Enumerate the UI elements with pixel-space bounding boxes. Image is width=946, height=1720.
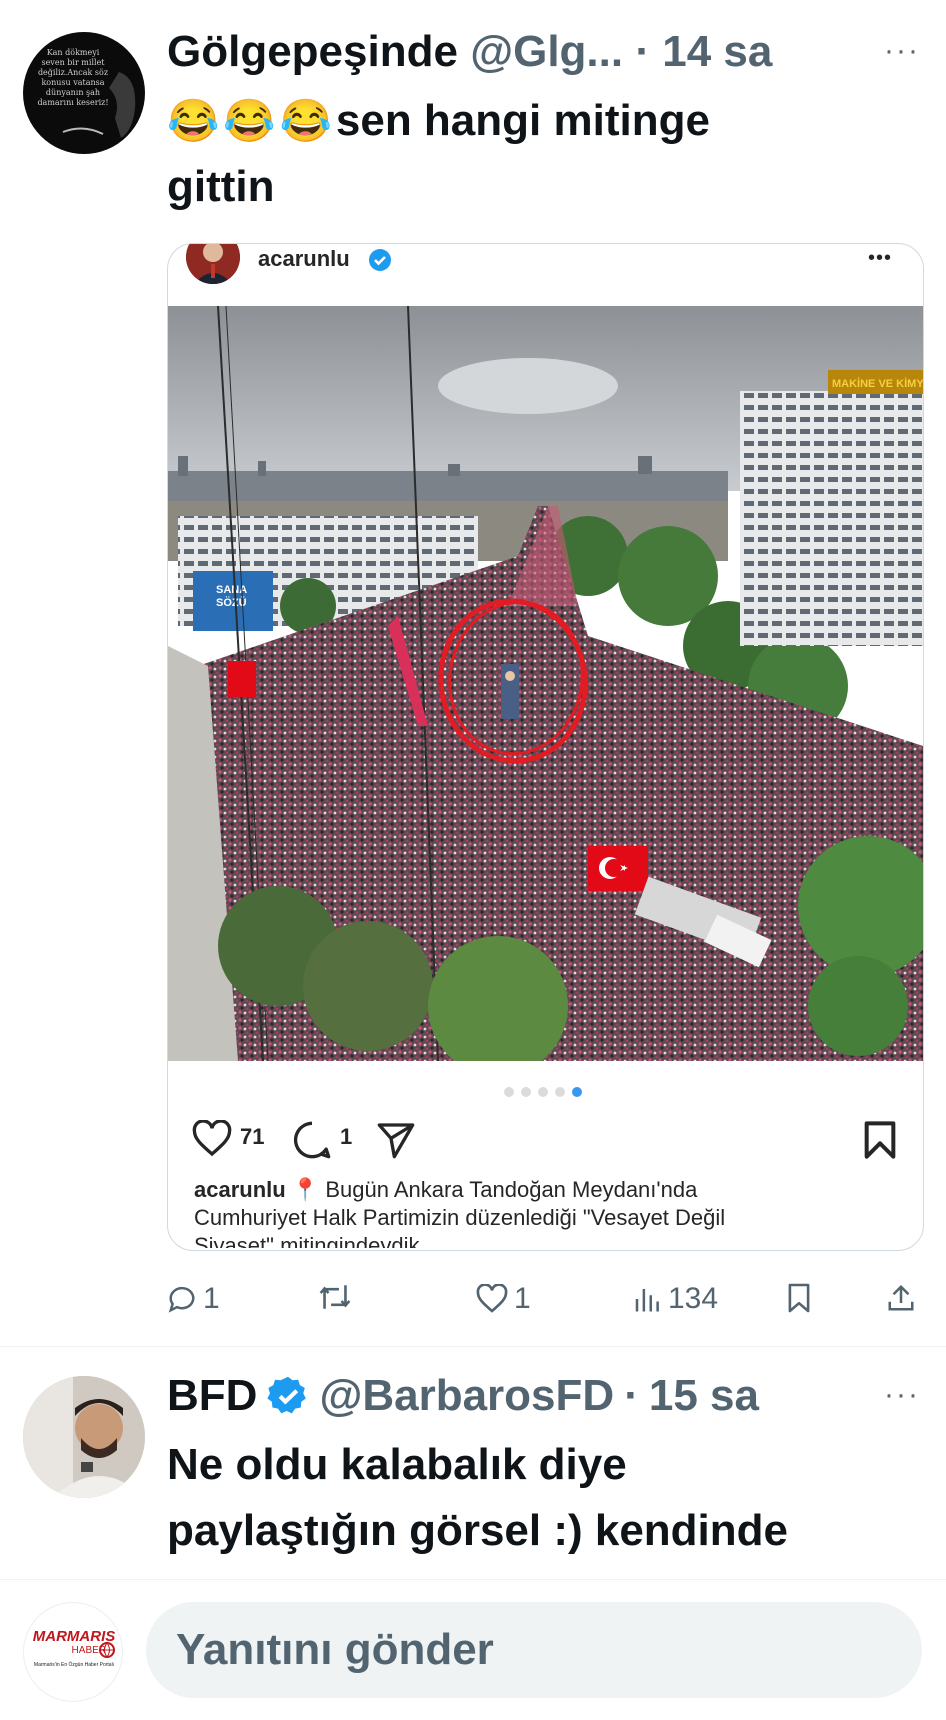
handle[interactable]: @Glg...	[470, 27, 623, 76]
rally-photo: MAKİNE VE KİMYA E SANA SÖZÜ	[168, 306, 923, 1061]
tweet-text: 😂😂😂sen hangi mitinge gittin	[167, 88, 907, 220]
carousel-dot	[538, 1087, 548, 1097]
more-options-button[interactable]: ···	[884, 34, 920, 68]
logo-tagline: Marmaris'in En Özgün Haber Portalı	[33, 1662, 115, 1668]
caption-line-3: Siyaset" mitingindeydik	[194, 1233, 420, 1248]
display-name[interactable]: Gölgepeşinde	[167, 27, 458, 76]
separator: ·	[635, 27, 650, 76]
reply-input[interactable]: Yanıtını gönder	[146, 1602, 922, 1698]
separator: ·	[624, 1371, 639, 1420]
like-count: 1	[514, 1282, 531, 1315]
tweet-actions: 1 1 134	[0, 1282, 946, 1326]
more-options-button[interactable]: ···	[884, 1378, 920, 1412]
save-bookmark-icon	[864, 1121, 896, 1159]
tweet-header: Gölgepeşinde @Glg... · 14 sa	[167, 26, 772, 78]
share-send-icon	[377, 1123, 415, 1159]
heart-icon	[192, 1120, 232, 1157]
comment-icon	[293, 1121, 331, 1159]
globe-icon	[99, 1642, 115, 1658]
reply-button[interactable]: 1	[167, 1282, 220, 1316]
caption-line-1: 📍 Bugün Ankara Tandoğan Meydanı'nda	[291, 1177, 698, 1202]
like-heart-icon	[476, 1284, 508, 1313]
carousel-dot	[504, 1087, 514, 1097]
tweet-text-line-2: paylaştığın görsel :) kendinde	[167, 1506, 789, 1555]
carousel-dot-active	[572, 1087, 582, 1097]
reply-composer-bar: MARMARIS HABER Marmaris'in En Özgün Habe…	[0, 1579, 946, 1720]
retweet-button[interactable]	[318, 1282, 352, 1312]
display-name[interactable]: BFD	[167, 1370, 257, 1422]
billboard-line-1: SANA	[216, 584, 247, 596]
avatar-photo-icon	[23, 1376, 145, 1498]
retweet-icon	[319, 1285, 351, 1309]
caption-username: acarunlu	[194, 1177, 286, 1202]
tweet-text-line-2: gittin	[167, 162, 275, 211]
views-count: 134	[668, 1282, 719, 1315]
instagram-caption: acarunlu 📍 Bugün Ankara Tandoğan Meydanı…	[194, 1176, 914, 1248]
tweet-2: BFD @BarbarosFD · 15 sa ··· Ne oldu kala…	[0, 1346, 946, 1586]
bookmark-button[interactable]	[786, 1282, 812, 1314]
views-button[interactable]: 134	[632, 1282, 718, 1316]
tweet-text: Ne oldu kalabalık diye paylaştığın görse…	[167, 1432, 927, 1564]
tweet-1: Kan dökmeyi seven bir millet değiliz.Anc…	[0, 0, 946, 1346]
my-avatar[interactable]: MARMARIS HABER Marmaris'in En Özgün Habe…	[23, 1602, 123, 1702]
building-sign: MAKİNE VE KİMYA E	[832, 377, 923, 390]
emoji-laughing-icon: 😂😂😂	[167, 97, 336, 144]
carousel-dot	[521, 1087, 531, 1097]
instagram-comment-count: 1	[340, 1124, 353, 1149]
instagram-username: acarunlu	[258, 246, 350, 271]
author-avatar[interactable]: Kan dökmeyi seven bir millet değiliz.Anc…	[23, 32, 145, 154]
timestamp[interactable]: 14 sa	[662, 27, 772, 76]
like-button[interactable]: 1	[476, 1282, 531, 1316]
tweet-text-line-1: Ne oldu kalabalık diye	[167, 1440, 627, 1489]
author-avatar[interactable]	[23, 1376, 145, 1498]
verified-badge-icon	[267, 1376, 307, 1414]
caption-line-2: Cumhuriyet Halk Partimizin düzenlediği "…	[194, 1205, 726, 1230]
carousel-indicator	[504, 1087, 582, 1097]
views-bar-chart-icon	[635, 1289, 659, 1312]
share-upload-icon	[888, 1284, 914, 1311]
instagram-avatar	[186, 244, 240, 284]
reply-icon	[168, 1286, 195, 1313]
carousel-dot	[555, 1087, 565, 1097]
handle[interactable]: @BarbarosFD	[319, 1370, 614, 1422]
instagram-more-icon: •••	[868, 247, 893, 269]
tweet-text-line-1: sen hangi mitinge	[335, 96, 710, 145]
verified-badge-icon	[369, 249, 391, 271]
bookmark-icon	[788, 1283, 810, 1313]
instagram-like-count: 71	[240, 1124, 265, 1149]
tweet-header: BFD @BarbarosFD · 15 sa	[167, 1370, 759, 1422]
reply-count: 1	[203, 1282, 220, 1315]
attached-image[interactable]: acarunlu ••• MAKİNE VE KİMY SANA SÖZÜ 71…	[167, 243, 924, 1251]
timestamp[interactable]: 15 sa	[649, 1370, 759, 1422]
share-button[interactable]	[886, 1282, 916, 1314]
avatar-portrait-icon	[62, 72, 136, 138]
